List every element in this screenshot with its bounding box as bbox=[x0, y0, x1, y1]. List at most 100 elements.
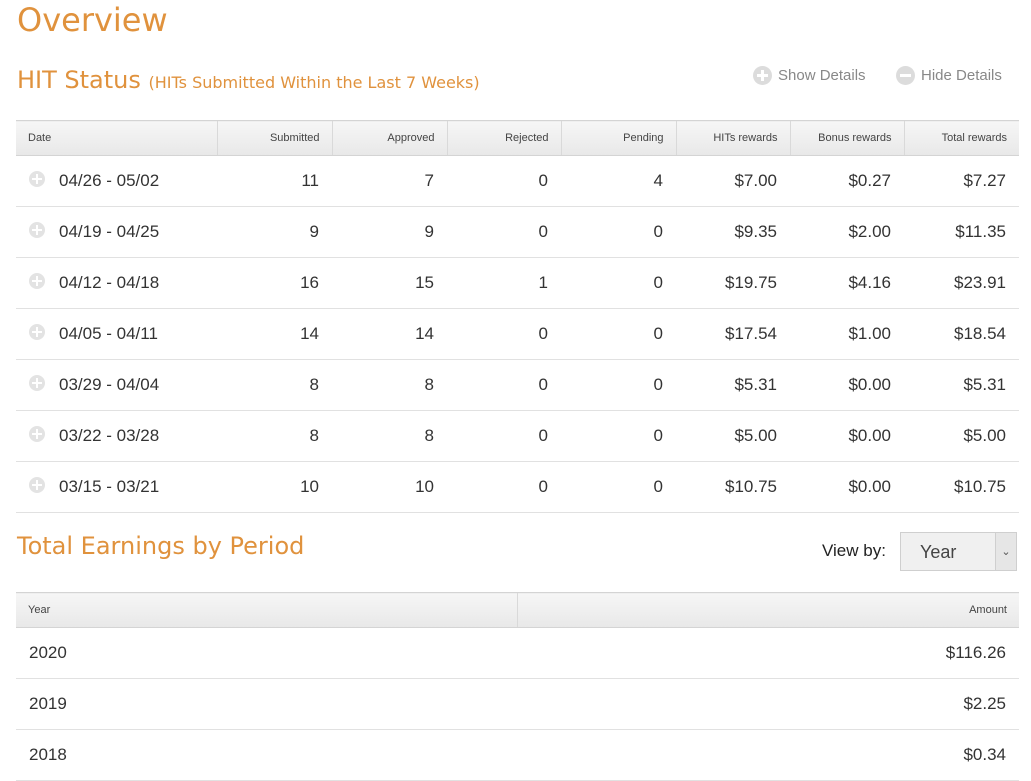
column-header-date[interactable]: Date bbox=[16, 120, 217, 156]
cell-approved: 8 bbox=[332, 410, 447, 462]
hide-details-label: Hide Details bbox=[921, 66, 1002, 84]
cell-approved: 7 bbox=[332, 155, 447, 207]
table-row: 03/29 - 04/04 8 8 0 0 $5.31 $0.00 $5.31 bbox=[16, 359, 1019, 411]
cell-total-rewards: $5.31 bbox=[904, 359, 1019, 411]
column-header-rejected[interactable]: Rejected bbox=[446, 120, 561, 156]
cell-amount: $0.34 bbox=[517, 729, 1019, 781]
cell-date: 04/12 - 04/18 bbox=[16, 257, 217, 309]
cell-submitted: 9 bbox=[217, 206, 332, 258]
plus-circle-icon[interactable] bbox=[29, 426, 45, 442]
column-header-total-rewards[interactable]: Total rewards bbox=[903, 120, 1019, 156]
table-row: 2020 $116.26 bbox=[16, 627, 1019, 679]
cell-rejected: 0 bbox=[447, 410, 561, 462]
table-row: 03/15 - 03/21 10 10 0 0 $10.75 $0.00 $10.75 bbox=[16, 461, 1019, 513]
column-header-year[interactable]: Year bbox=[16, 592, 517, 628]
chevron-down-icon: ⌄ bbox=[995, 533, 1016, 570]
cell-date: 04/26 - 05/02 bbox=[16, 155, 217, 207]
cell-bonus-rewards: $0.00 bbox=[790, 461, 904, 513]
cell-date: 04/19 - 04/25 bbox=[16, 206, 217, 258]
cell-submitted: 16 bbox=[217, 257, 332, 309]
date-range: 03/29 - 04/04 bbox=[59, 375, 160, 394]
view-by-select[interactable]: Year ⌄ bbox=[900, 532, 1017, 571]
earnings-table-header-row: Year Amount bbox=[16, 592, 1019, 628]
cell-hits-rewards: $7.00 bbox=[676, 155, 790, 207]
date-range: 04/26 - 05/02 bbox=[59, 171, 160, 190]
plus-circle-icon[interactable] bbox=[29, 375, 45, 391]
table-row: 03/22 - 03/28 8 8 0 0 $5.00 $0.00 $5.00 bbox=[16, 410, 1019, 462]
cell-bonus-rewards: $0.27 bbox=[790, 155, 904, 207]
column-header-bonus-rewards[interactable]: Bonus rewards bbox=[789, 120, 904, 156]
table-row: 04/05 - 04/11 14 14 0 0 $17.54 $1.00 $18.54 bbox=[16, 308, 1019, 360]
hit-status-title: HIT Status bbox=[17, 66, 141, 94]
cell-date: 03/22 - 03/28 bbox=[16, 410, 217, 462]
cell-amount: $116.26 bbox=[517, 627, 1019, 679]
cell-date: 03/29 - 04/04 bbox=[16, 359, 217, 411]
page-title: Overview bbox=[17, 1, 168, 39]
table-row: 2019 $2.25 bbox=[16, 678, 1019, 730]
cell-rejected: 0 bbox=[447, 461, 561, 513]
show-details-button[interactable]: Show Details bbox=[753, 65, 866, 85]
table-row: 04/26 - 05/02 11 7 0 4 $7.00 $0.27 $7.27 bbox=[16, 155, 1019, 207]
column-header-hits-rewards[interactable]: HITs rewards bbox=[675, 120, 790, 156]
cell-total-rewards: $18.54 bbox=[904, 308, 1019, 360]
cell-bonus-rewards: $1.00 bbox=[790, 308, 904, 360]
cell-approved: 14 bbox=[332, 308, 447, 360]
cell-year: 2020 bbox=[16, 627, 517, 679]
cell-rejected: 0 bbox=[447, 359, 561, 411]
plus-circle-icon[interactable] bbox=[29, 324, 45, 340]
cell-hits-rewards: $5.31 bbox=[676, 359, 790, 411]
cell-submitted: 8 bbox=[217, 359, 332, 411]
cell-submitted: 11 bbox=[217, 155, 332, 207]
plus-circle-icon[interactable] bbox=[29, 171, 45, 187]
cell-approved: 10 bbox=[332, 461, 447, 513]
cell-pending: 0 bbox=[561, 461, 676, 513]
plus-circle-icon[interactable] bbox=[29, 477, 45, 493]
hit-status-table: Date Submitted Approved Rejected Pending… bbox=[16, 120, 1019, 513]
earnings-heading: Total Earnings by Period bbox=[17, 532, 305, 560]
cell-bonus-rewards: $4.16 bbox=[790, 257, 904, 309]
table-row: 04/19 - 04/25 9 9 0 0 $9.35 $2.00 $11.35 bbox=[16, 206, 1019, 258]
cell-total-rewards: $5.00 bbox=[904, 410, 1019, 462]
table-row: 2018 $0.34 bbox=[16, 729, 1019, 781]
cell-pending: 4 bbox=[561, 155, 676, 207]
hide-details-button[interactable]: Hide Details bbox=[896, 65, 1002, 85]
cell-hits-rewards: $10.75 bbox=[676, 461, 790, 513]
cell-hits-rewards: $5.00 bbox=[676, 410, 790, 462]
column-header-pending[interactable]: Pending bbox=[560, 120, 676, 156]
column-header-approved[interactable]: Approved bbox=[331, 120, 447, 156]
cell-hits-rewards: $19.75 bbox=[676, 257, 790, 309]
cell-rejected: 1 bbox=[447, 257, 561, 309]
cell-submitted: 10 bbox=[217, 461, 332, 513]
cell-rejected: 0 bbox=[447, 308, 561, 360]
table-row: 04/12 - 04/18 16 15 1 0 $19.75 $4.16 $23.91 bbox=[16, 257, 1019, 309]
view-by-label: View by: bbox=[822, 541, 886, 560]
plus-circle-icon[interactable] bbox=[29, 273, 45, 289]
date-range: 04/05 - 04/11 bbox=[59, 324, 158, 343]
column-header-submitted[interactable]: Submitted bbox=[216, 120, 332, 156]
cell-pending: 0 bbox=[561, 308, 676, 360]
hit-status-heading: HIT Status (HITs Submitted Within the La… bbox=[17, 64, 480, 99]
cell-total-rewards: $23.91 bbox=[904, 257, 1019, 309]
cell-rejected: 0 bbox=[447, 206, 561, 258]
cell-total-rewards: $11.35 bbox=[904, 206, 1019, 258]
cell-date: 03/15 - 03/21 bbox=[16, 461, 217, 513]
cell-pending: 0 bbox=[561, 410, 676, 462]
column-header-amount[interactable]: Amount bbox=[516, 592, 1019, 628]
cell-approved: 15 bbox=[332, 257, 447, 309]
cell-pending: 0 bbox=[561, 257, 676, 309]
cell-submitted: 8 bbox=[217, 410, 332, 462]
cell-bonus-rewards: $0.00 bbox=[790, 410, 904, 462]
date-range: 04/12 - 04/18 bbox=[59, 273, 160, 292]
cell-rejected: 0 bbox=[447, 155, 561, 207]
cell-year: 2019 bbox=[16, 678, 517, 730]
cell-approved: 9 bbox=[332, 206, 447, 258]
cell-total-rewards: $10.75 bbox=[904, 461, 1019, 513]
cell-year: 2018 bbox=[16, 729, 517, 781]
earnings-table: Year Amount 2020 $116.26 2019 $2.25 2018 $0.3… bbox=[16, 592, 1019, 781]
cell-pending: 0 bbox=[561, 359, 676, 411]
plus-circle-icon[interactable] bbox=[29, 222, 45, 238]
hit-table-header-row: Date Submitted Approved Rejected Pending… bbox=[16, 120, 1019, 156]
cell-hits-rewards: $9.35 bbox=[676, 206, 790, 258]
date-range: 03/22 - 03/28 bbox=[59, 426, 160, 445]
date-range: 03/15 - 03/21 bbox=[59, 477, 160, 496]
